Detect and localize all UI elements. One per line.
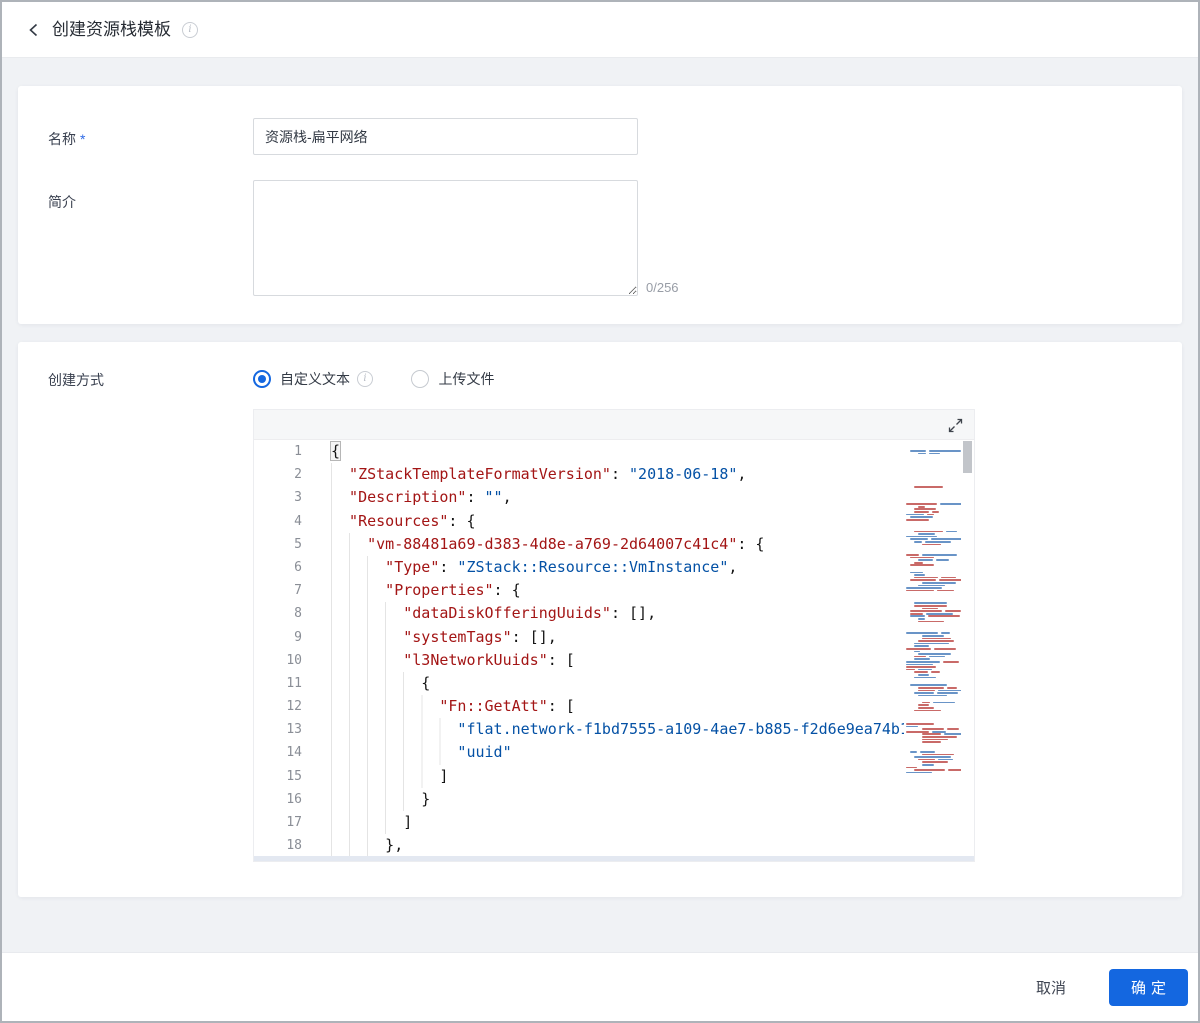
radio-custom-text[interactable]: 自定义文本 i (253, 369, 373, 389)
line-number: 6 (294, 559, 302, 575)
custom-text-info-icon[interactable]: i (357, 371, 373, 387)
name-label: 名称 * (48, 131, 86, 147)
line-number: 11 (286, 675, 302, 691)
line-number: 12 (286, 699, 302, 715)
code-line: 9 "systemTags": [], (254, 625, 904, 649)
code-line: 12 "Fn::GetAtt": [ (254, 695, 904, 719)
name-input[interactable] (253, 118, 638, 155)
editor-body[interactable]: 1{2 "ZStackTemplateFormatVersion": "2018… (254, 440, 974, 856)
line-number: 18 (286, 838, 302, 854)
code-line: 18 }, (254, 834, 904, 856)
code-line: 8 "dataDiskOfferingUuids": [], (254, 602, 904, 626)
radio-circle-icon[interactable] (253, 370, 271, 388)
method-label: 创建方式 (48, 372, 104, 388)
line-number: 15 (286, 768, 302, 784)
line-number: 8 (294, 606, 302, 622)
confirm-button[interactable]: 确定 (1109, 969, 1188, 1006)
code-line: 7 "Properties": { (254, 579, 904, 603)
line-number: 4 (294, 513, 302, 529)
code-line: 15 ] (254, 764, 904, 788)
code-line: 14 "uuid" (254, 741, 904, 765)
back-icon[interactable] (26, 22, 42, 38)
cancel-button[interactable]: 取消 (1036, 977, 1066, 998)
line-number: 14 (286, 745, 302, 761)
radio-upload-file-label: 上传文件 (438, 371, 495, 387)
minimap[interactable] (904, 440, 961, 856)
editor-bottom-strip (254, 856, 974, 861)
code-line: 17 ] (254, 811, 904, 835)
line-number: 7 (294, 583, 302, 599)
action-footer: 取消 确定 (2, 952, 1198, 1021)
fullscreen-expand-icon[interactable] (948, 418, 963, 433)
code-line: 1{ (254, 440, 904, 463)
code-line: 2 "ZStackTemplateFormatVersion": "2018-0… (254, 463, 904, 487)
page-header: 创建资源栈模板 i (2, 2, 1198, 58)
code-line: 6 "Type": "ZStack::Resource::VmInstance"… (254, 555, 904, 580)
description-textarea[interactable] (253, 180, 638, 296)
code-line: 10 "l3NetworkUuids": [ (254, 648, 904, 672)
line-number: 5 (294, 536, 302, 552)
code-line: 5 "vm-88481a69-d383-4d8e-a769-2d64007c41… (254, 532, 904, 556)
template-card: 创建方式 自定义文本 i 上传文件 1 {2 "ZStackTemplateF… (18, 342, 1182, 897)
line-number: 13 (286, 722, 302, 738)
radio-upload-file[interactable]: 上传文件 (411, 369, 494, 389)
code-line: 11 { (254, 671, 904, 696)
required-mark: * (80, 131, 86, 147)
line-number: 17 (286, 815, 302, 830)
code-line: 3 "Description": "", (254, 486, 904, 510)
description-label: 简介 (48, 194, 76, 210)
radio-circle-icon[interactable] (411, 370, 430, 388)
editor-toolbar (254, 410, 974, 440)
code-line: 16 } (254, 787, 904, 811)
code-line: 13 "flat.network-f1bd7555-a109-4ae7-b885… (254, 718, 904, 742)
line-number: 3 (294, 490, 302, 506)
method-radio-group: 自定义文本 i 上传文件 (253, 369, 528, 389)
radio-custom-text-label: 自定义文本 (280, 371, 350, 387)
code-line: 4 "Resources": { (254, 509, 904, 533)
line-number: 1 (294, 444, 302, 459)
code-lines[interactable]: 1{2 "ZStackTemplateFormatVersion": "2018… (254, 440, 904, 856)
line-number: 9 (294, 629, 302, 645)
basic-info-card: 名称* 简介 0/256 (18, 86, 1182, 324)
vertical-scrollbar-thumb[interactable] (963, 441, 972, 473)
title-info-icon[interactable]: i (182, 22, 198, 38)
line-number: 16 (286, 791, 302, 807)
char-counter: 0/256 (646, 280, 679, 295)
line-number: 10 (286, 652, 302, 668)
code-editor[interactable]: 1{2 "ZStackTemplateFormatVersion": "2018… (253, 409, 975, 862)
line-number: 2 (294, 467, 302, 483)
page-title: 创建资源栈模板 (52, 20, 171, 39)
